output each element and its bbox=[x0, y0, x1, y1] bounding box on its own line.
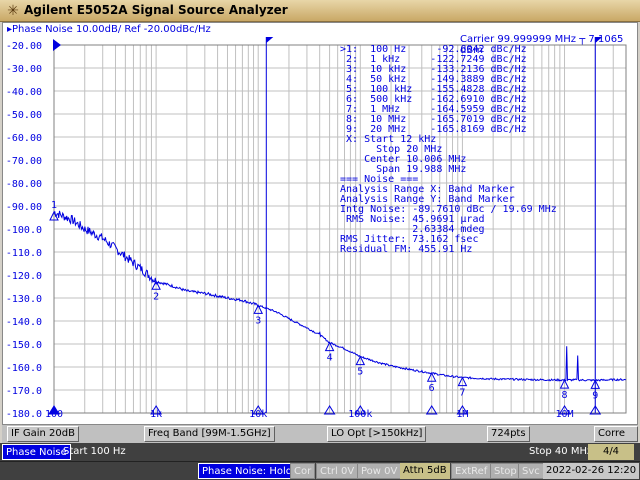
pow-status: Pow 0V bbox=[357, 463, 402, 479]
y-tick-label: -80.00 bbox=[6, 179, 42, 190]
reference-level-icon bbox=[53, 39, 61, 51]
marker-label: 9 bbox=[592, 390, 598, 401]
y-tick-label: -90.00 bbox=[6, 202, 42, 213]
hold-status: Phase Noise: Hold bbox=[198, 463, 297, 479]
y-tick-label: -100.0 bbox=[6, 225, 42, 236]
y-tick-label: -160.0 bbox=[6, 363, 42, 374]
y-tick-label: -20.00 bbox=[6, 41, 42, 52]
marker-label: 2 bbox=[153, 291, 159, 302]
ctrl-status: Ctrl 0V bbox=[316, 463, 359, 479]
y-tick-label: -140.0 bbox=[6, 317, 42, 328]
y-tick-label: -170.0 bbox=[6, 386, 42, 397]
y-tick-label: -150.0 bbox=[6, 340, 42, 351]
date-time: 2022-02-26 12:20 bbox=[543, 463, 640, 479]
y-tick-label: -60.00 bbox=[6, 133, 42, 144]
y-tick-label: -50.00 bbox=[6, 110, 42, 121]
softkey-bar: IF Gain 20dB Freq Band [99M-1.5GHz] LO O… bbox=[2, 425, 638, 453]
channel-status-bar: Phase Noise Start 100 Hz Stop 40 MHz 4/4 bbox=[0, 443, 640, 461]
y-tick-label: -130.0 bbox=[6, 294, 42, 305]
cor-status: Cor bbox=[290, 463, 316, 479]
marker-label: 4 bbox=[327, 353, 333, 364]
marker-label: 8 bbox=[562, 390, 568, 401]
marker-label: 5 bbox=[357, 367, 363, 378]
y-tick-label: -40.00 bbox=[6, 87, 42, 98]
start-frequency[interactable]: Start 100 Hz bbox=[60, 444, 129, 460]
instrument-status-bar: Phase Noise: Hold Cor Ctrl 0V Pow 0V Att… bbox=[0, 461, 640, 480]
y-tick-label: -110.0 bbox=[6, 248, 42, 259]
lo-opt-button[interactable]: LO Opt [>150kHz] bbox=[327, 426, 427, 442]
stop-status: Stop bbox=[490, 463, 521, 479]
points-button[interactable]: 724pts bbox=[487, 426, 530, 442]
readout-line: Residual FM: 455.91 Hz bbox=[340, 244, 473, 255]
freq-band-button[interactable]: Freq Band [99M-1.5GHz] bbox=[144, 426, 275, 442]
svc-status: Svc bbox=[518, 463, 544, 479]
y-tick-label: -30.00 bbox=[6, 64, 42, 75]
marker-label: 1 bbox=[51, 200, 57, 211]
marker-label: 7 bbox=[459, 388, 465, 399]
trace-page: 4/4 bbox=[588, 444, 634, 460]
band-marker-flag-icon bbox=[266, 37, 274, 43]
y-tick-label: -180.0 bbox=[6, 409, 42, 420]
stop-frequency[interactable]: Stop 40 MHz bbox=[526, 444, 595, 460]
attn-status: Attn 5dB bbox=[400, 463, 450, 479]
extref-status: ExtRef bbox=[451, 463, 492, 479]
marker-label: 6 bbox=[429, 383, 435, 394]
marker-readout: >1: 100 Hz -92.6042 dBc/Hz 2: 1 kHz -122… bbox=[340, 45, 557, 255]
y-tick-label: -70.00 bbox=[6, 156, 42, 167]
y-tick-label: -120.0 bbox=[6, 271, 42, 282]
if-gain-button[interactable]: IF Gain 20dB bbox=[7, 426, 79, 442]
correlation-button[interactable]: Corre 4 bbox=[594, 426, 638, 453]
marker-label: 3 bbox=[255, 315, 261, 326]
